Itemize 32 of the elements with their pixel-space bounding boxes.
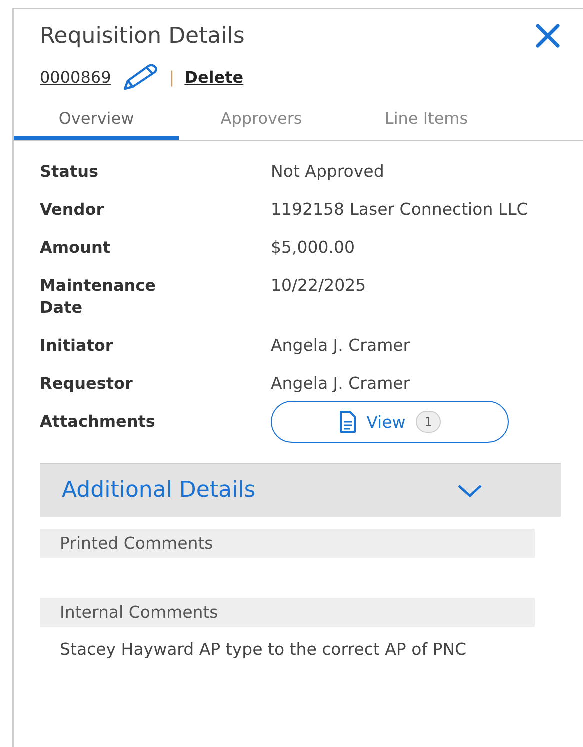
field-label: Amount bbox=[40, 237, 112, 259]
field-value: Angela J. Cramer bbox=[271, 335, 412, 357]
close-icon[interactable] bbox=[533, 21, 563, 51]
tab[interactable]: Overview bbox=[14, 101, 179, 140]
field-label: Status bbox=[40, 161, 100, 183]
field-label: Initiator bbox=[40, 335, 114, 357]
field-label: Maintenance Date bbox=[40, 275, 158, 319]
panel-title: Requisition Details bbox=[40, 24, 245, 48]
section-title: Additional Details bbox=[62, 478, 256, 503]
comment-text: Stacey Hayward AP type to the correct AP of PNC bbox=[59, 639, 468, 661]
field-label: Attachments bbox=[40, 411, 156, 433]
pencil-icon[interactable] bbox=[121, 63, 160, 91]
field-value: $5,000.00 bbox=[271, 237, 356, 259]
tab[interactable]: Line Items bbox=[344, 101, 509, 140]
field-value: Angela J. Cramer bbox=[271, 373, 412, 395]
separator: | bbox=[169, 68, 175, 86]
chevron-icon bbox=[457, 484, 483, 498]
field-value: Not Approved bbox=[271, 161, 386, 183]
field-label: Requestor bbox=[40, 373, 134, 395]
button-label: View bbox=[366, 412, 406, 432]
field-value: 10/22/2025 bbox=[271, 275, 368, 297]
document-icon bbox=[338, 411, 357, 433]
requisition-number-link[interactable]: 0000869 bbox=[40, 68, 112, 86]
tab[interactable]: Approvers bbox=[179, 101, 344, 140]
comments-heading: Internal Comments bbox=[40, 598, 535, 627]
comments-heading: Printed Comments bbox=[40, 529, 535, 558]
field-value: 1192158 Laser Connection LLC bbox=[271, 199, 530, 221]
count-badge: 1 bbox=[416, 411, 442, 433]
view-attachments-button[interactable]: View 1 bbox=[271, 401, 509, 443]
additional-details-header[interactable]: Additional Details bbox=[40, 463, 561, 517]
delete-link[interactable]: Delete bbox=[184, 68, 244, 86]
field-label: Vendor bbox=[40, 199, 106, 221]
